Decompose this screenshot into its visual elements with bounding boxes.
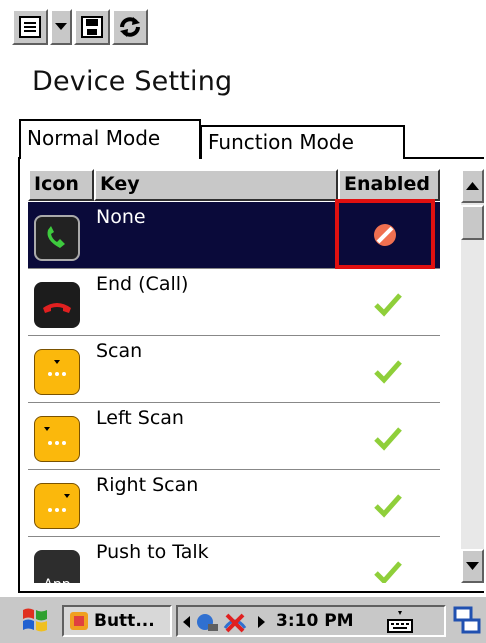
keyboard-icon[interactable] [386, 609, 414, 635]
refresh-icon [120, 17, 140, 37]
scrollbar-thumb[interactable] [461, 205, 484, 240]
menu-icon [19, 16, 41, 38]
dropdown-icon [55, 23, 67, 30]
table-row[interactable]: Scan [28, 336, 440, 403]
windows-flag-icon [23, 608, 47, 632]
save-icon [81, 16, 103, 38]
save-button[interactable] [74, 9, 110, 45]
scroll-down-button[interactable] [461, 549, 484, 583]
windows-switch-icon [453, 606, 481, 634]
taskbar: Butt... 3:10 PM [0, 595, 486, 643]
scroll-up-button[interactable] [461, 169, 484, 203]
list-header: Icon Key Enabled [28, 169, 440, 201]
wireless-off-icon[interactable] [222, 610, 248, 634]
check-icon [374, 360, 402, 384]
task-label: Butt... [94, 611, 155, 631]
menu-button[interactable] [12, 9, 48, 45]
refresh-button[interactable] [112, 9, 148, 45]
page-title: Device Setting [32, 66, 233, 97]
app-icon [70, 612, 88, 630]
enabled-cell[interactable] [338, 269, 440, 335]
start-button[interactable] [20, 605, 50, 635]
enabled-cell[interactable] [338, 470, 440, 536]
phone-red-icon [34, 282, 80, 328]
task-button[interactable]: Butt... [62, 605, 172, 637]
enabled-cell[interactable] [338, 403, 440, 469]
key-label: Scan [96, 340, 143, 362]
table-row[interactable]: Left Scan [28, 403, 440, 470]
scan-key-icon [34, 349, 80, 395]
icon-cell: App [28, 537, 94, 583]
device-setting-window: Device Setting Normal Mode Function Mode… [0, 0, 486, 643]
check-icon [374, 293, 402, 317]
phone-green-icon [34, 215, 80, 261]
check-icon [374, 427, 402, 451]
key-label: Left Scan [96, 407, 184, 429]
column-header-icon[interactable]: Icon [28, 169, 94, 201]
check-icon [374, 494, 402, 518]
enabled-cell[interactable] [338, 336, 440, 402]
clock[interactable]: 3:10 PM [276, 611, 354, 631]
tray-right-arrow-icon[interactable] [256, 615, 266, 629]
column-header-key[interactable]: Key [94, 169, 338, 201]
right-scan-key-icon [34, 483, 80, 529]
key-label: Right Scan [96, 474, 199, 496]
dropdown-button[interactable] [50, 9, 72, 45]
column-header-enabled[interactable]: Enabled [338, 169, 440, 201]
tray-left-arrow-icon[interactable] [182, 615, 192, 629]
arrow-down-icon [466, 562, 479, 570]
highlight-box [335, 199, 435, 269]
table-row[interactable]: App Push to Talk [28, 537, 440, 583]
tab-function-mode[interactable]: Function Mode [200, 125, 405, 159]
icon-cell [28, 403, 94, 469]
table-row[interactable]: End (Call) [28, 269, 440, 336]
arrow-up-icon [466, 182, 479, 190]
system-tray: 3:10 PM [176, 605, 446, 637]
icon-cell [28, 202, 94, 268]
tab-normal-mode[interactable]: Normal Mode [19, 119, 201, 159]
network-icon[interactable] [194, 610, 220, 634]
app-key-icon: App [34, 550, 80, 583]
enabled-cell[interactable] [338, 537, 440, 583]
key-label: End (Call) [96, 273, 189, 295]
icon-cell [28, 470, 94, 536]
left-scan-key-icon [34, 416, 80, 462]
icon-cell [28, 269, 94, 335]
desktop-button[interactable] [452, 605, 482, 637]
check-icon [374, 561, 402, 583]
icon-cell [28, 336, 94, 402]
toolbar [12, 9, 148, 47]
key-label: None [96, 206, 146, 228]
key-label: Push to Talk [96, 541, 209, 563]
table-row[interactable]: Right Scan [28, 470, 440, 537]
